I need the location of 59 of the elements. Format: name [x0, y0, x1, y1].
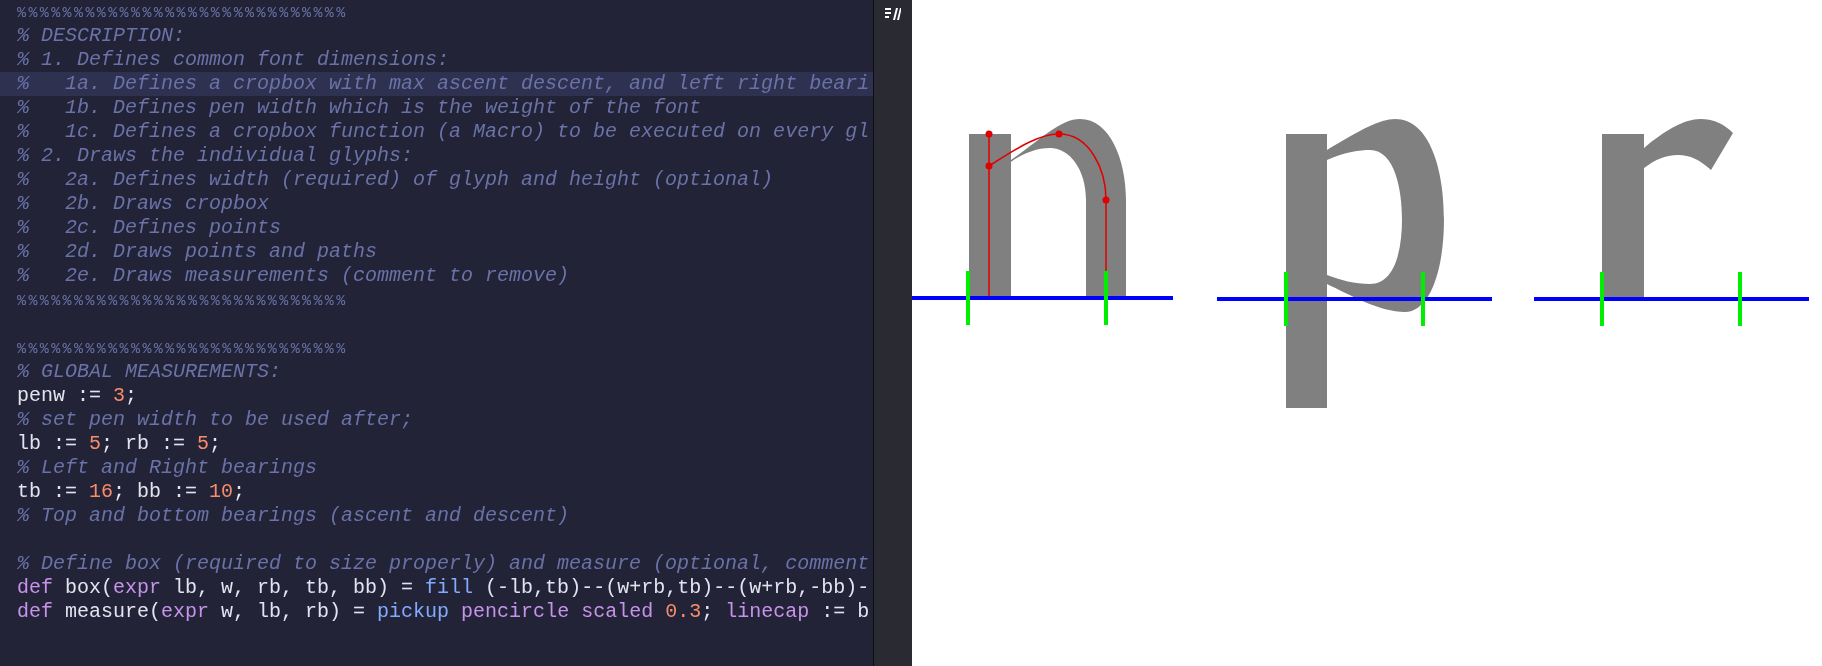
code-comment: % 2c. Defines points [17, 216, 282, 239]
keyword: linecap [725, 600, 810, 623]
code-comment: % Define box (required to size properly) and measure (optional, comment [17, 552, 870, 575]
code-text: ; bb := [113, 480, 199, 503]
code-text: ; [233, 480, 246, 503]
bearing-marker [1738, 272, 1742, 326]
code-text: tb := [17, 480, 78, 503]
code-comment: % 1c. Defines a cropbox function (a Macro) to be executed on every gl [17, 120, 870, 143]
code-comment: % GLOBAL MEASUREMENTS: [17, 360, 282, 383]
bearing-marker [966, 271, 970, 325]
code-text: measure( [64, 600, 162, 623]
code-text: := b [820, 600, 870, 623]
code-text: (-lb,tb)--(w+rb,tb)--(w+rb,-bb)- [484, 576, 870, 599]
bearing-marker [1600, 272, 1604, 326]
code-comment: % 1. Defines common font dimensions: [17, 48, 450, 71]
code-comment: % 2a. Defines width (required) of glyph and height (optional) [17, 168, 774, 191]
bearing-marker [1421, 272, 1425, 326]
number-literal: 16 [89, 480, 114, 503]
code-text: ; [125, 384, 138, 407]
control-point [985, 162, 993, 170]
control-point [1055, 130, 1063, 138]
panel-icon[interactable] [885, 8, 901, 21]
code-comment: % 2e. Draws measurements (comment to remove) [17, 264, 570, 287]
code-comment: % 2b. Draws cropbox [17, 192, 270, 215]
code-comment: % Left and Right bearings [17, 456, 318, 479]
comment-rule: %%%%%%%%%%%%%%%%%%%%%%%%%%%%% [17, 5, 348, 22]
code-comment: % 2. Draws the individual glyphs: [17, 144, 414, 167]
bearing-marker [1104, 271, 1108, 325]
code-text: w, lb, rb) = [220, 600, 367, 623]
code-comment: % DESCRIPTION: [17, 24, 186, 47]
keyword: pencircle scaled [460, 600, 655, 623]
keyword: def [17, 576, 53, 599]
code-comment: % set pen width to be used after; [17, 408, 414, 431]
code-text: lb := [17, 432, 78, 455]
keyword: expr [113, 576, 162, 599]
code-text: penw := [17, 384, 102, 407]
builtin-function: fill [425, 576, 474, 599]
control-point [1102, 196, 1110, 204]
code-text: lb, w, rb, tb, bb) = [172, 576, 415, 599]
keyword: def [17, 600, 53, 623]
bearing-marker [1284, 272, 1288, 326]
number-literal: 5 [89, 432, 102, 455]
code-comment: % 2d. Draws points and paths [17, 240, 378, 263]
code-comment: % 1b. Defines pen width which is the weight of the font [17, 96, 702, 119]
keyword: expr [161, 600, 210, 623]
number-literal: 10 [209, 480, 234, 503]
builtin-function: pickup [377, 600, 450, 623]
code-comment: % Top and bottom bearings (ascent and descent) [17, 504, 570, 527]
comment-rule: %%%%%%%%%%%%%%%%%%%%%%%%%%%%% [17, 293, 348, 310]
code-text: ; rb := [101, 432, 187, 455]
code-text: ; [701, 600, 715, 623]
number-literal: 5 [197, 432, 210, 455]
code-text: ; [209, 432, 222, 455]
control-point [985, 130, 993, 138]
comment-rule: %%%%%%%%%%%%%%%%%%%%%%%%%%%%% [17, 341, 348, 358]
code-text: box( [64, 576, 114, 599]
number-literal: 0.3 [665, 600, 702, 623]
code-comment: % 1a. Defines a cropbox with max ascent descent, and left right beari [17, 72, 870, 96]
number-literal: 3 [113, 384, 126, 407]
